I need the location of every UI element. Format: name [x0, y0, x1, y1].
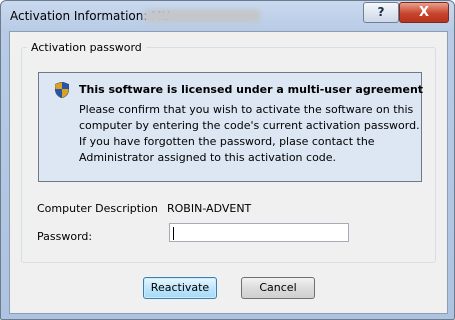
reactivate-button[interactable]: Reactivate [143, 277, 217, 299]
title-bar[interactable]: Activation Information: MU ? X [1, 1, 454, 29]
license-message-line: computer by entering the code's current … [79, 119, 420, 132]
activation-dialog: Activation Information: MU ? X Activatio… [0, 0, 455, 320]
computer-description-label: Computer Description [37, 202, 158, 215]
password-input[interactable] [169, 223, 349, 242]
help-button[interactable]: ? [363, 2, 399, 23]
license-heading: This software is licensed under a multi-… [79, 83, 424, 96]
cancel-button[interactable]: Cancel [241, 277, 315, 299]
close-button[interactable]: X [399, 2, 449, 23]
password-label: Password: [37, 230, 93, 243]
shield-icon [55, 82, 69, 98]
computer-description-value: ROBIN-ADVENT [167, 202, 252, 215]
license-message-line: Administrator assigned to this activatio… [79, 151, 337, 164]
group-label: Activation password [27, 41, 146, 54]
license-message-line: Please confirm that you wish to activate… [79, 103, 414, 116]
text-cursor [173, 227, 174, 240]
redacted-title-text [143, 9, 261, 23]
license-message: Please confirm that you wish to activate… [79, 102, 420, 166]
license-info-box: This software is licensed under a multi-… [38, 72, 424, 182]
dialog-body: Activation password This software is lic… [9, 31, 448, 314]
license-message-line: If you have forgotten the password, plas… [79, 135, 375, 148]
